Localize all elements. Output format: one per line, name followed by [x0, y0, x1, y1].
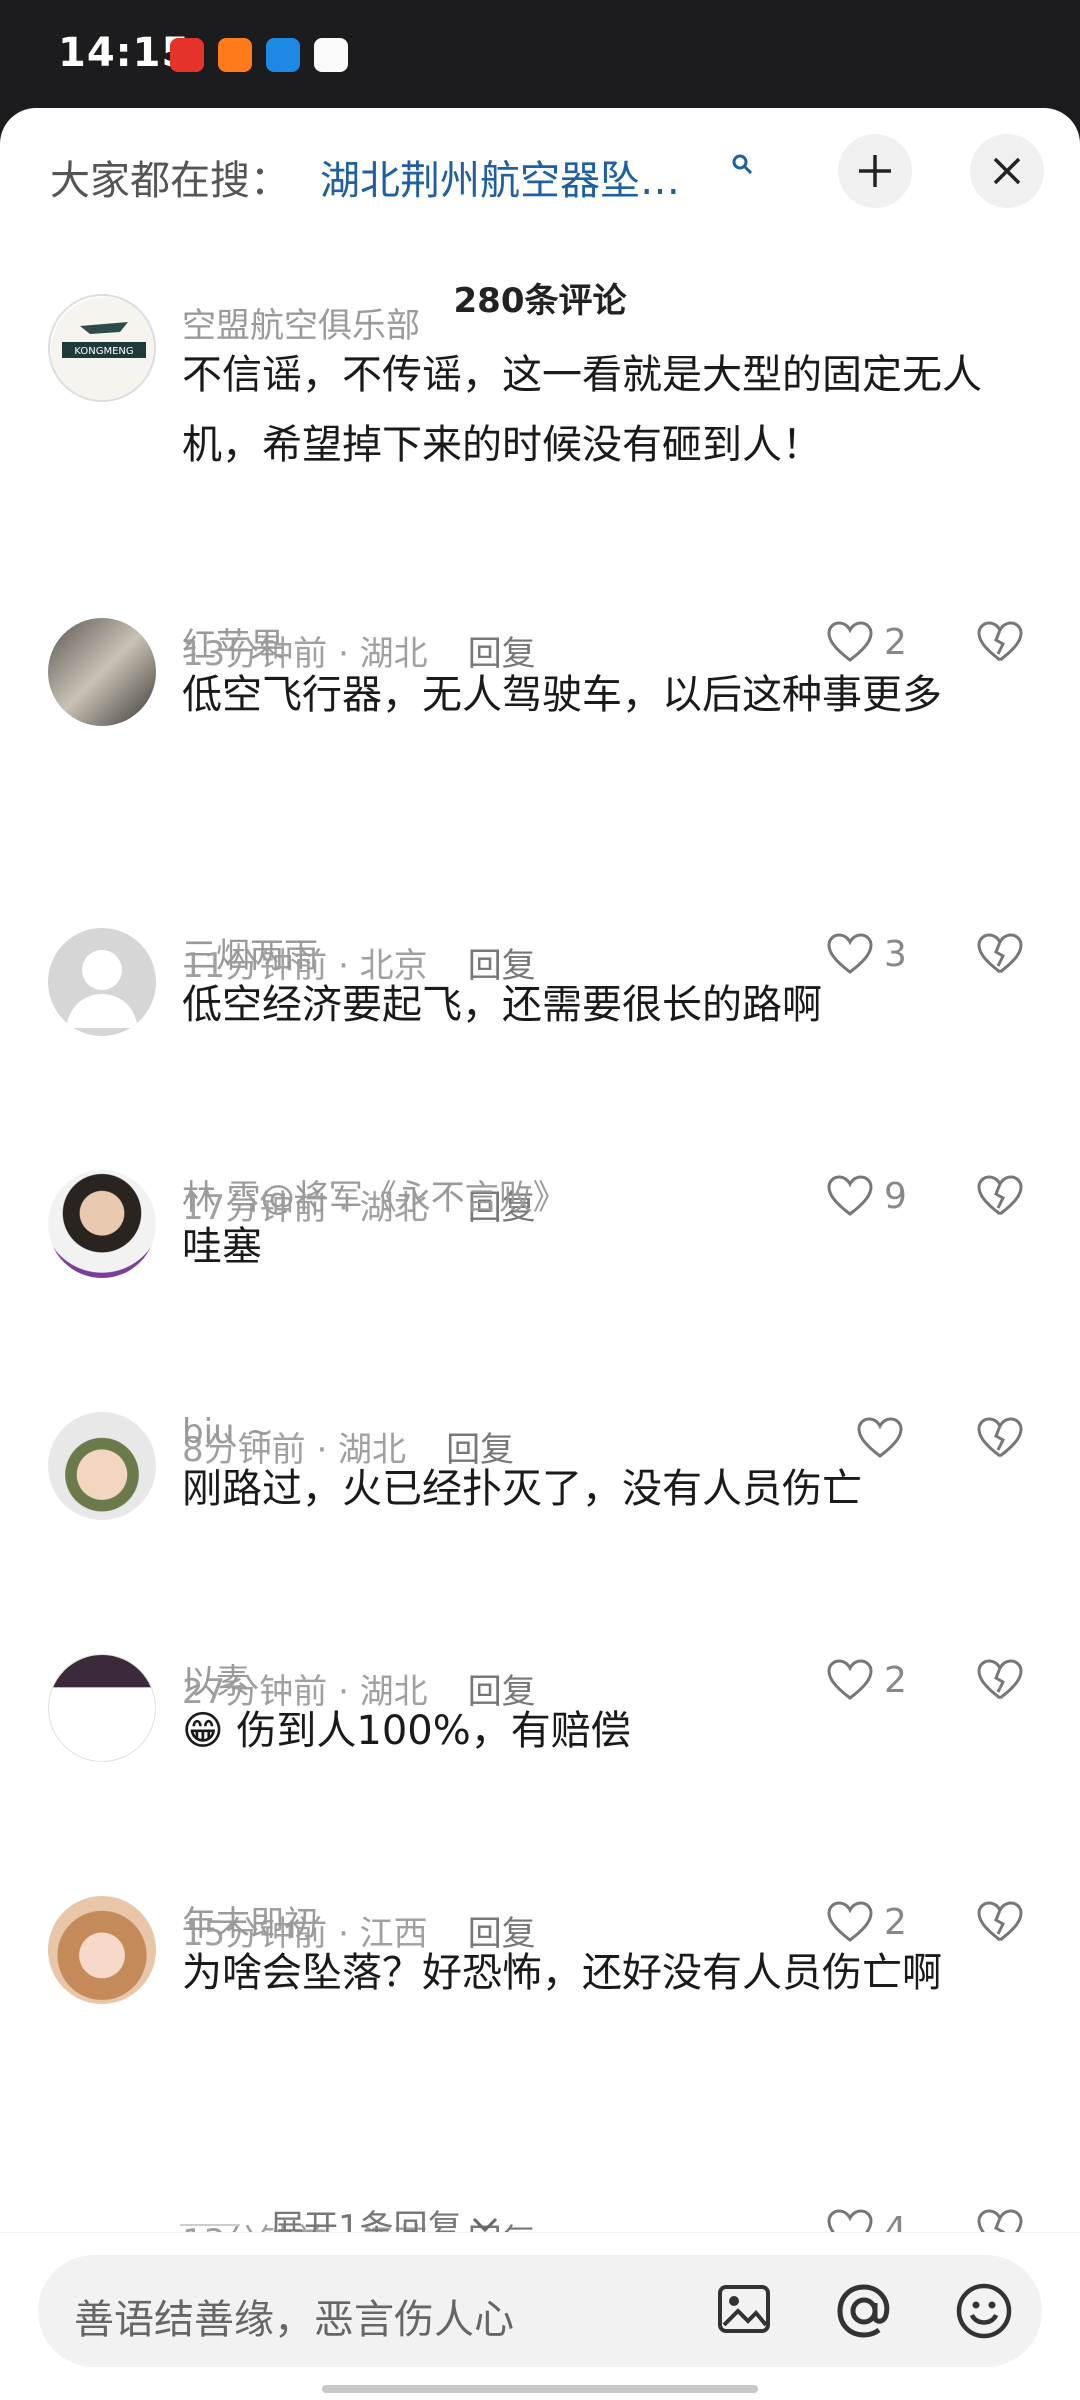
map-app-icon	[314, 38, 348, 72]
avatar[interactable]	[48, 1654, 156, 1762]
expand-divider	[180, 2223, 240, 2226]
comment-input-bar: 善语结善缘，恶言伤人心	[0, 2232, 1080, 2400]
search-prefix-label: 大家都在搜：	[50, 158, 290, 204]
comment-input[interactable]: 善语结善缘，恶言伤人心	[38, 2255, 1042, 2367]
comment-text: 低空经济要起飞，还需要很长的路啊	[182, 982, 822, 1028]
like-count: 2	[884, 1659, 907, 1701]
avatar[interactable]: KONGMENG	[48, 294, 156, 402]
collapse-icon	[859, 155, 891, 187]
broken-heart-icon[interactable]	[976, 620, 1024, 664]
status-bar: 14:15	[0, 0, 1080, 110]
like-count: 2	[884, 621, 907, 663]
comment-text: 刚路过，火已经扑灭了，没有人员伤亡	[182, 1466, 862, 1512]
comment-input-placeholder: 善语结善缘，恶言伤人心	[74, 2297, 514, 2343]
mention-icon[interactable]	[832, 2279, 896, 2343]
like-count: 3	[884, 933, 907, 975]
club-logo-text: KONGMENG	[74, 346, 133, 357]
avatar[interactable]	[48, 618, 156, 726]
heart-icon	[827, 621, 873, 662]
comment-username[interactable]: biu ~	[182, 1412, 274, 1452]
emoji-icon[interactable]	[952, 2279, 1016, 2343]
like-button[interactable]: 2	[826, 620, 907, 664]
like-count: 9	[884, 1175, 907, 1217]
weibo-icon	[170, 38, 204, 72]
avatar[interactable]	[48, 1170, 156, 1278]
avatar[interactable]	[48, 1896, 156, 2004]
image-icon[interactable]	[714, 2279, 774, 2339]
notification-icons	[170, 38, 348, 72]
comment-text: 😁 伤到人100%，有赔偿	[182, 1708, 631, 1754]
like-count: 2	[884, 1901, 907, 1943]
comment-sheet: 大家都在搜： 湖北荆州航空器坠… 280条评论 KONGMENG 空盟航空俱乐部…	[0, 108, 1080, 2400]
comment-text: 低空飞行器，无人驾驶车，以后这种事更多	[182, 672, 942, 718]
avatar[interactable]	[48, 928, 156, 1036]
default-avatar-icon	[66, 950, 138, 1028]
collapse-button[interactable]	[838, 134, 912, 208]
close-button[interactable]	[970, 134, 1044, 208]
comment-text: 为啥会坠落？好恐怖，还好没有人员伤亡啊	[182, 1950, 942, 1996]
comment-text: 哇塞	[182, 1224, 262, 1270]
shop-app-icon	[218, 38, 252, 72]
trending-search-link[interactable]: 湖北荆州航空器坠…	[320, 148, 680, 206]
close-icon	[993, 157, 1021, 185]
home-indicator[interactable]	[322, 2385, 758, 2393]
search-icon[interactable]	[730, 152, 754, 176]
k-app-icon	[266, 38, 300, 72]
avatar[interactable]	[48, 1412, 156, 1520]
comment-text: 不信谣，不传谣，这一看就是大型的固定无人机，希望掉下来的时候没有砸到人！	[182, 352, 982, 468]
comment-count: 280条评论	[453, 281, 627, 321]
trending-search-bar: 大家都在搜： 湖北荆州航空器坠…	[0, 108, 1080, 238]
club-logo-icon: KONGMENG	[51, 297, 154, 400]
